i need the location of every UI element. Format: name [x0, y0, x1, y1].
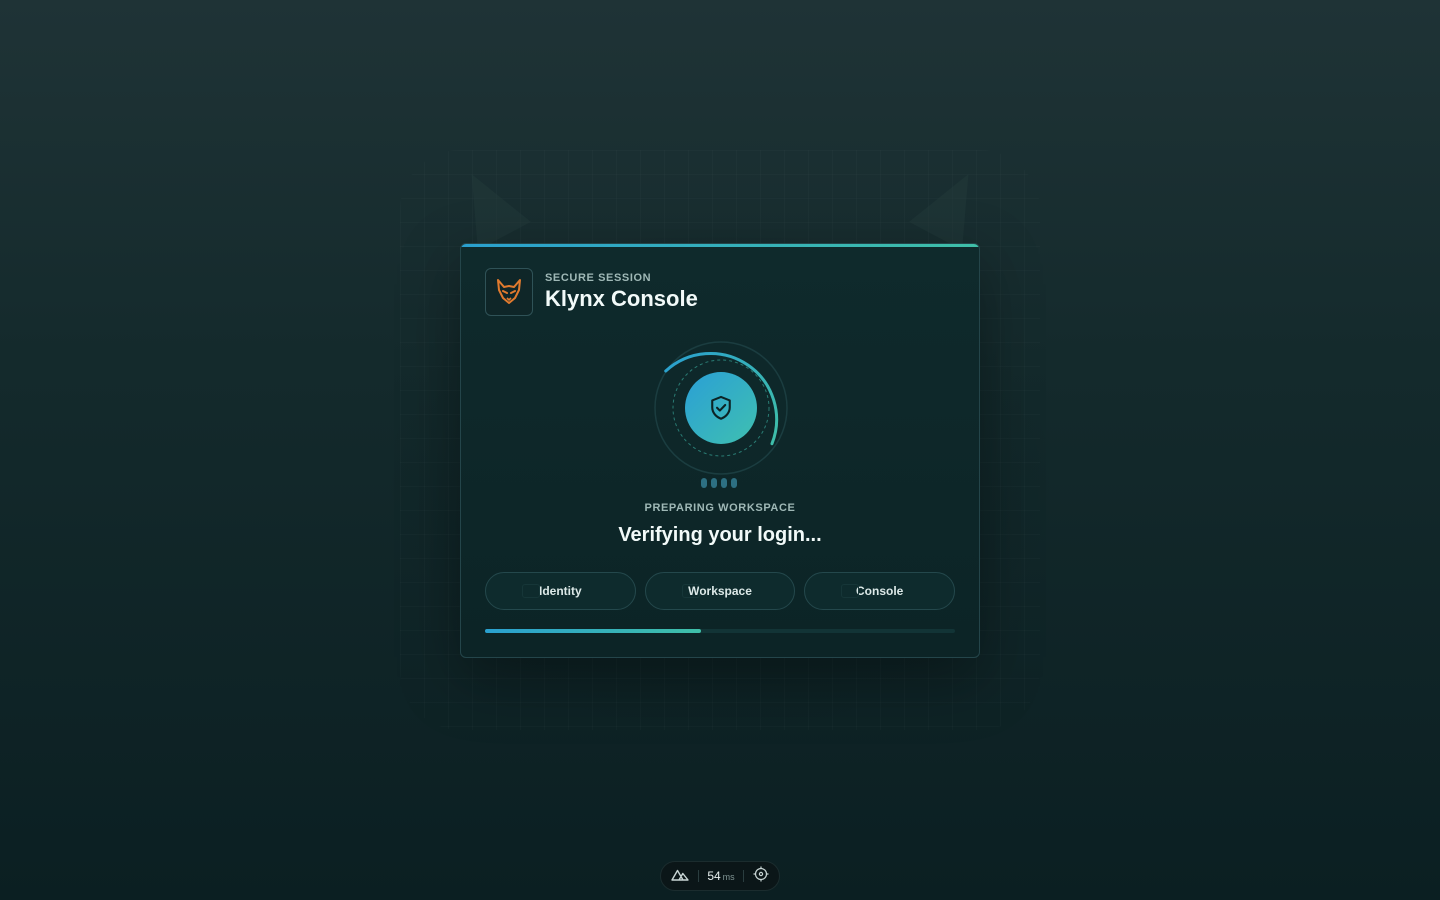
loading-dots [701, 478, 737, 488]
render-time-value: 54 [707, 869, 721, 883]
login-loading-card: SECURE SESSION Klynx Console PREPARING W… [460, 243, 980, 658]
progress-bar [485, 629, 955, 633]
render-time: 54 ms [707, 869, 734, 883]
step-icon [522, 584, 540, 598]
card-accent-bar [461, 244, 979, 247]
progress-steps: Identity Workspace Console [485, 572, 956, 610]
shield-check-icon [711, 395, 731, 420]
progress-fill [485, 629, 702, 633]
nuxt-logo-icon[interactable] [671, 867, 689, 886]
step-label: Console [856, 584, 904, 598]
session-eyebrow: SECURE SESSION [545, 272, 652, 284]
loading-dot [731, 478, 737, 488]
step-icon [841, 584, 860, 598]
lynx-logo-icon [485, 268, 533, 316]
render-time-unit: ms [722, 872, 735, 882]
step-console: Console [804, 572, 956, 610]
loading-dot [701, 478, 707, 488]
loading-spinner [653, 340, 789, 476]
crosshair-icon[interactable] [753, 866, 769, 887]
step-identity: Identity [485, 572, 636, 610]
app-title: Klynx Console [545, 286, 698, 311]
step-workspace: Workspace [644, 572, 796, 610]
status-label: PREPARING WORKSPACE [644, 502, 796, 514]
step-icon [681, 584, 700, 598]
toolbar-divider [743, 870, 745, 882]
step-label: Identity [539, 584, 582, 598]
brand-header: SECURE SESSION Klynx Console [485, 268, 698, 316]
loading-dot [721, 478, 727, 488]
dev-toolbar[interactable]: 54 ms [660, 861, 780, 891]
status-title: Verifying your login... [618, 524, 822, 546]
loading-dot [711, 478, 717, 488]
toolbar-divider [697, 870, 699, 882]
